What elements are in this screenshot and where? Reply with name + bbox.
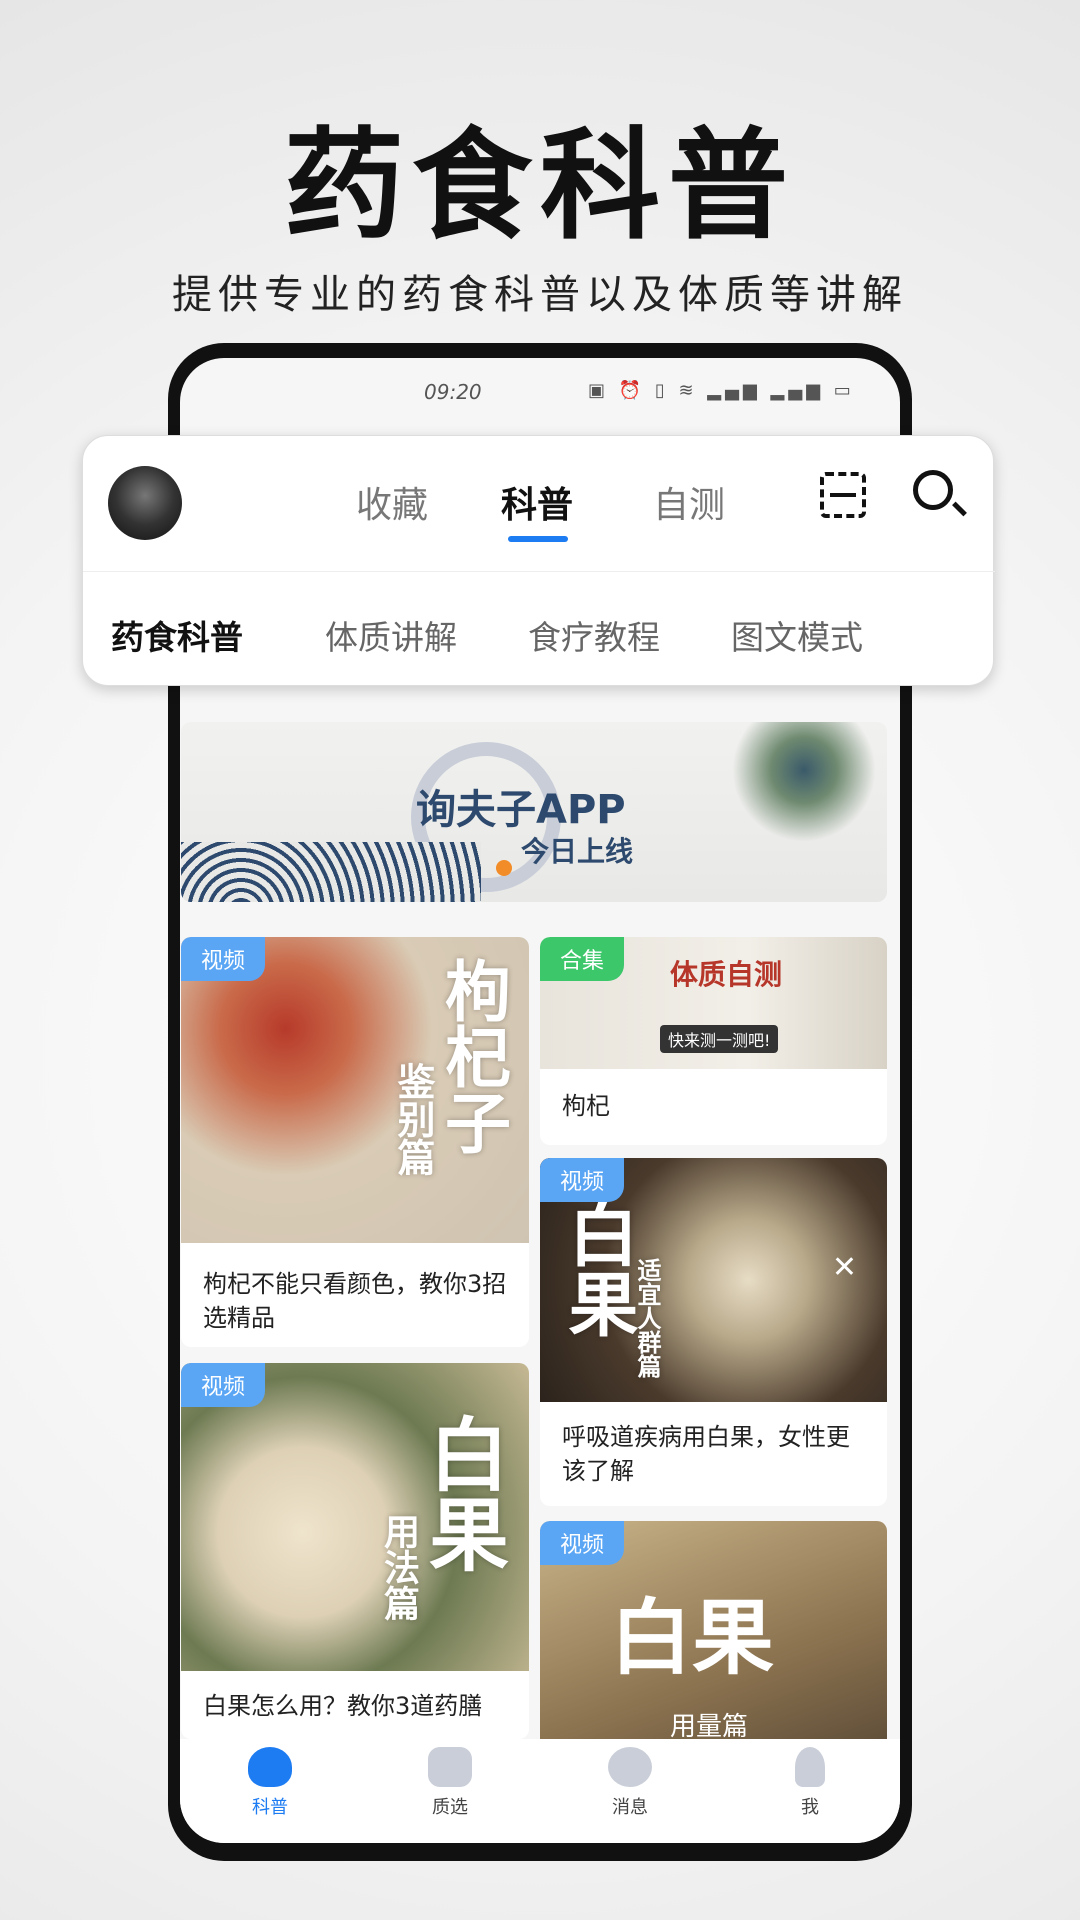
image-title: 白果 — [610, 1590, 775, 1686]
subtab-diet-tutorial[interactable]: 食疗教程 — [528, 611, 660, 659]
promo-title: 药食科普 — [284, 117, 796, 256]
tab-science[interactable]: 科普 — [501, 476, 573, 528]
nav-item-select[interactable]: 质选 — [360, 1747, 540, 1819]
badge-collection: 合集 — [540, 937, 625, 981]
content-card[interactable]: 枸杞子 鉴别篇 视频 枸杞不能只看颜色，教你3招选精品 — [181, 937, 529, 1347]
nav-label: 我 — [801, 1797, 819, 1818]
nav-label: 科普 — [252, 1797, 288, 1818]
person-icon — [795, 1747, 825, 1787]
nav-item-science[interactable]: 科普 — [180, 1747, 360, 1819]
nav-item-me[interactable]: 我 — [720, 1747, 900, 1819]
promo-subtitle: 提供专业的药食科普以及体质等讲解 — [172, 272, 908, 318]
badge-video: 视频 — [181, 1363, 266, 1407]
content-card[interactable]: 白果 用法篇 视频 白果怎么用？教你3道药膳 — [181, 1363, 529, 1739]
content-card[interactable]: 体质自测 快来测一测吧! 合集 枸杞 — [540, 937, 887, 1145]
banner-subtitle: 今日上线 — [521, 835, 634, 868]
chat-bubble-icon — [608, 1747, 652, 1787]
banner-flowers — [721, 722, 887, 842]
bottom-nav: 科普 质选 消息 我 — [180, 1739, 900, 1843]
image-subtitle: 鉴别篇 — [391, 1062, 436, 1176]
tab-self-test[interactable]: 自测 — [653, 476, 725, 528]
image-title: 体质自测 — [670, 958, 783, 991]
avatar[interactable] — [108, 466, 182, 540]
scan-icon[interactable] — [820, 472, 866, 518]
image-subtitle: 快来测一测吧! — [660, 1025, 779, 1053]
subtab-food-science[interactable]: 药食科普 — [111, 611, 243, 659]
close-icon[interactable]: ✕ — [832, 1250, 857, 1285]
image-subtitle: 用法篇 — [378, 1513, 420, 1621]
banner-dot — [496, 860, 512, 876]
content-card[interactable]: 白果 适宜人群篇 视频 ✕ 呼吸道疾病用白果，女性更该了解 — [540, 1158, 887, 1506]
nav-item-messages[interactable]: 消息 — [540, 1747, 720, 1819]
card-caption: 枸杞不能只看颜色，教你3招选精品 — [203, 1270, 507, 1332]
status-icons: ▣ ⏰ ▯ ≋ ▂▄▆ ▂▄▆ ▭ — [588, 380, 855, 401]
floating-header: 收藏 科普 自测 药食科普 体质讲解 食疗教程 图文模式 — [82, 435, 995, 686]
subtab-image-text[interactable]: 图文模式 — [731, 611, 863, 659]
nav-label: 消息 — [612, 1797, 648, 1818]
content-card[interactable]: 白果 用量篇 视频 — [540, 1521, 887, 1761]
badge-video: 视频 — [540, 1158, 625, 1202]
header-divider — [83, 571, 995, 572]
search-icon[interactable] — [913, 470, 967, 517]
card-caption: 呼吸道疾病用白果，女性更该了解 — [562, 1423, 850, 1485]
shopping-bag-icon — [428, 1747, 472, 1787]
image-subtitle: 用量篇 — [670, 1712, 749, 1742]
image-subtitle: 适宜人群篇 — [633, 1258, 662, 1378]
banner-title: 询夫子APP — [416, 787, 626, 833]
card-caption: 枸杞 — [562, 1092, 610, 1120]
nav-label: 质选 — [432, 1797, 468, 1818]
status-time: 09:20 — [424, 380, 482, 404]
card-caption: 白果怎么用？教你3道药膳 — [203, 1692, 483, 1720]
banner[interactable]: 询夫子APP 今日上线 — [181, 722, 887, 902]
banner-waves — [181, 842, 481, 902]
active-tab-indicator — [508, 536, 568, 542]
subtab-constitution[interactable]: 体质讲解 — [325, 611, 457, 659]
tab-favorites[interactable]: 收藏 — [356, 476, 428, 528]
heart-hands-icon — [248, 1747, 292, 1787]
badge-video: 视频 — [181, 937, 266, 981]
badge-video: 视频 — [540, 1521, 625, 1565]
status-bar: 09:20 ▣ ⏰ ▯ ≋ ▂▄▆ ▂▄▆ ▭ — [180, 372, 900, 412]
